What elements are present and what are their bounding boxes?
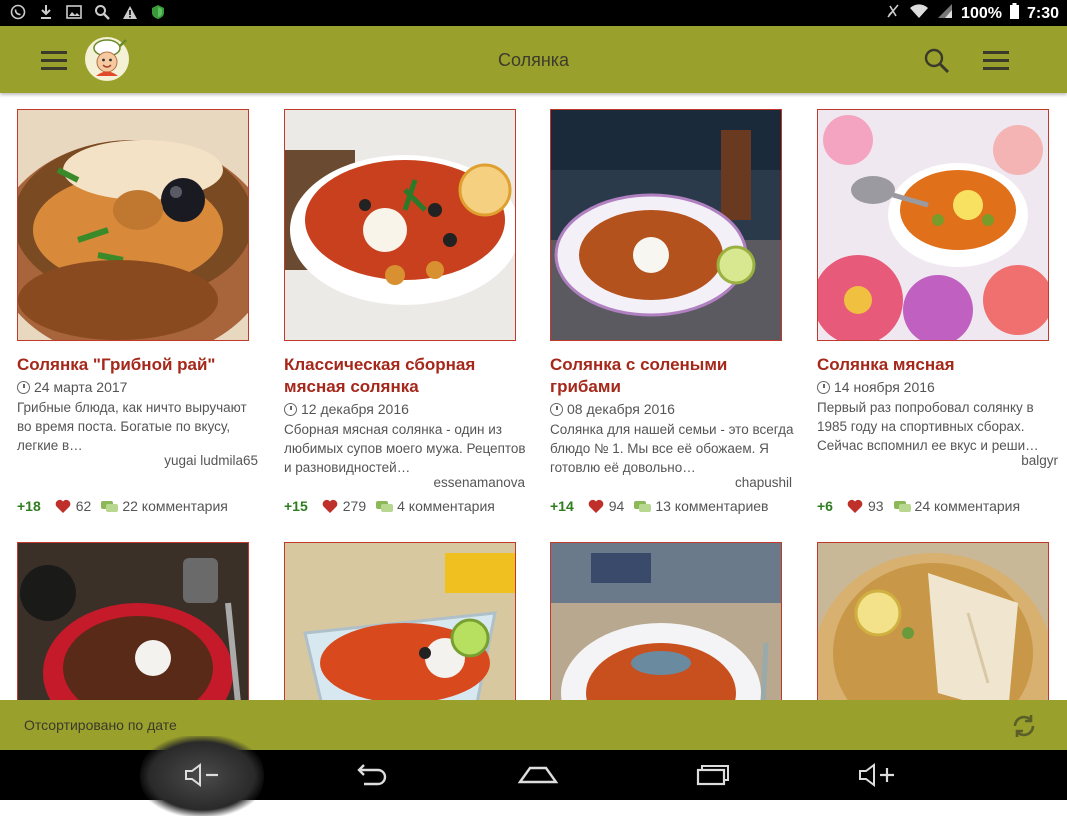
recipe-author[interactable]: chapushil	[735, 475, 792, 490]
mute-icon	[885, 3, 901, 24]
recipe-description: Первый раз попробовал солянку в 1985 год…	[817, 400, 1039, 453]
volume-up-icon	[859, 763, 894, 787]
overflow-menu-button[interactable]	[983, 51, 1009, 71]
date-text: 08 декабря 2016	[567, 401, 675, 417]
clock-icon	[817, 380, 830, 394]
rating-score: +18	[17, 498, 41, 514]
comments-icon[interactable]	[101, 499, 119, 513]
recipe-stats: +15 279 4 комментария	[284, 498, 495, 514]
recent-apps-button[interactable]	[680, 750, 740, 800]
recipe-photo[interactable]	[284, 109, 516, 341]
shield-icon	[150, 4, 166, 20]
heart-icon[interactable]	[55, 499, 71, 513]
comments-count[interactable]: 4 комментария	[397, 498, 495, 514]
recipe-grid: Солянка "Грибной рай" 24 марта 2017 Гриб…	[0, 93, 1067, 700]
notification-icons	[10, 4, 166, 20]
recipe-date: 24 марта 2017	[17, 379, 127, 395]
recipe-author[interactable]: yugai ludmila65	[164, 453, 258, 468]
home-icon	[517, 766, 559, 784]
clock: 7:30	[1026, 4, 1059, 22]
recipe-stats: +6 93 24 комментария	[817, 498, 1020, 514]
comments-count[interactable]: 22 комментария	[122, 498, 228, 514]
download-icon	[38, 4, 54, 20]
app-bar: Солянка	[0, 26, 1067, 93]
status-bar: 100% 7:30	[0, 0, 1067, 26]
heart-icon[interactable]	[588, 499, 604, 513]
clock-icon	[284, 402, 297, 416]
recipe-title[interactable]: Солянка "Грибной рай"	[17, 354, 257, 376]
battery-icon	[1009, 3, 1019, 24]
recipe-date: 08 декабря 2016	[550, 401, 675, 417]
back-button[interactable]	[340, 750, 400, 800]
recipe-description: Солянка для нашей семьи - это всегда блю…	[550, 422, 794, 475]
recipe-date: 14 ноября 2016	[817, 379, 935, 395]
likes-count: 279	[342, 498, 367, 514]
recipe-title[interactable]: Солянка мясная	[817, 354, 1057, 376]
system-indicators: 100% 7:30	[885, 3, 1059, 24]
volume-up-button[interactable]	[848, 750, 908, 800]
comments-count[interactable]: 13 комментариев	[655, 498, 768, 514]
recipe-title[interactable]: Солянка с солеными грибами	[550, 354, 790, 398]
likes-count: 94	[608, 498, 625, 514]
volume-down-icon	[185, 763, 218, 787]
heart-icon[interactable]	[322, 499, 338, 513]
recipe-photo[interactable]	[17, 542, 249, 700]
home-button[interactable]	[508, 750, 568, 800]
recipe-photo[interactable]	[550, 542, 782, 700]
likes-count: 62	[75, 498, 92, 514]
wifi-icon	[909, 3, 929, 24]
menu-line	[983, 59, 1009, 62]
refresh-icon[interactable]	[1010, 712, 1038, 740]
comments-count[interactable]: 24 комментария	[915, 498, 1021, 514]
recent-apps-icon	[696, 765, 729, 786]
clock-icon	[17, 380, 30, 394]
recipe-photo[interactable]	[817, 109, 1049, 341]
recipe-photo[interactable]	[284, 542, 516, 700]
rating-score: +14	[550, 498, 574, 514]
clock-icon	[550, 402, 563, 416]
image-icon	[66, 4, 82, 20]
recipe-author[interactable]: essenamanova	[433, 475, 525, 490]
battery-percent: 100%	[961, 4, 1002, 22]
recipe-author[interactable]: balgyr	[1021, 453, 1058, 468]
signal-icon	[937, 3, 953, 24]
search-icon	[94, 4, 110, 20]
rating-score: +6	[817, 498, 833, 514]
recipe-description: Грибные блюда, как ничто выручают во вре…	[17, 400, 247, 453]
comments-icon[interactable]	[893, 499, 912, 513]
recipe-date: 12 декабря 2016	[284, 401, 409, 417]
comments-icon[interactable]	[376, 499, 394, 513]
date-text: 14 ноября 2016	[834, 379, 935, 395]
recipe-photo[interactable]	[17, 109, 249, 341]
date-text: 24 марта 2017	[34, 379, 128, 395]
likes-count: 93	[867, 498, 884, 514]
recipe-description: Сборная мясная солянка - один из любимых…	[284, 422, 526, 475]
search-button[interactable]	[922, 46, 952, 76]
page-title: Солянка	[497, 50, 570, 70]
volume-down-button[interactable]	[172, 750, 232, 800]
heart-icon[interactable]	[847, 499, 863, 513]
sort-label[interactable]: Отсортировано по дате	[24, 717, 177, 733]
back-icon	[357, 764, 387, 786]
date-text: 12 декабря 2016	[301, 401, 409, 417]
comments-icon[interactable]	[634, 499, 652, 513]
menu-line	[983, 51, 1009, 54]
recipe-photo[interactable]	[817, 542, 1049, 700]
rating-score: +15	[284, 498, 308, 514]
warning-icon	[122, 4, 138, 20]
menu-line	[983, 67, 1009, 70]
recipe-title[interactable]: Классическая сборная мясная солянка	[284, 354, 524, 398]
viber-icon	[10, 4, 26, 20]
recipe-stats: +14 94 13 комментариев	[550, 498, 769, 514]
recipe-stats: +18 62 22 комментария	[17, 498, 228, 514]
recipe-photo[interactable]	[550, 109, 782, 341]
